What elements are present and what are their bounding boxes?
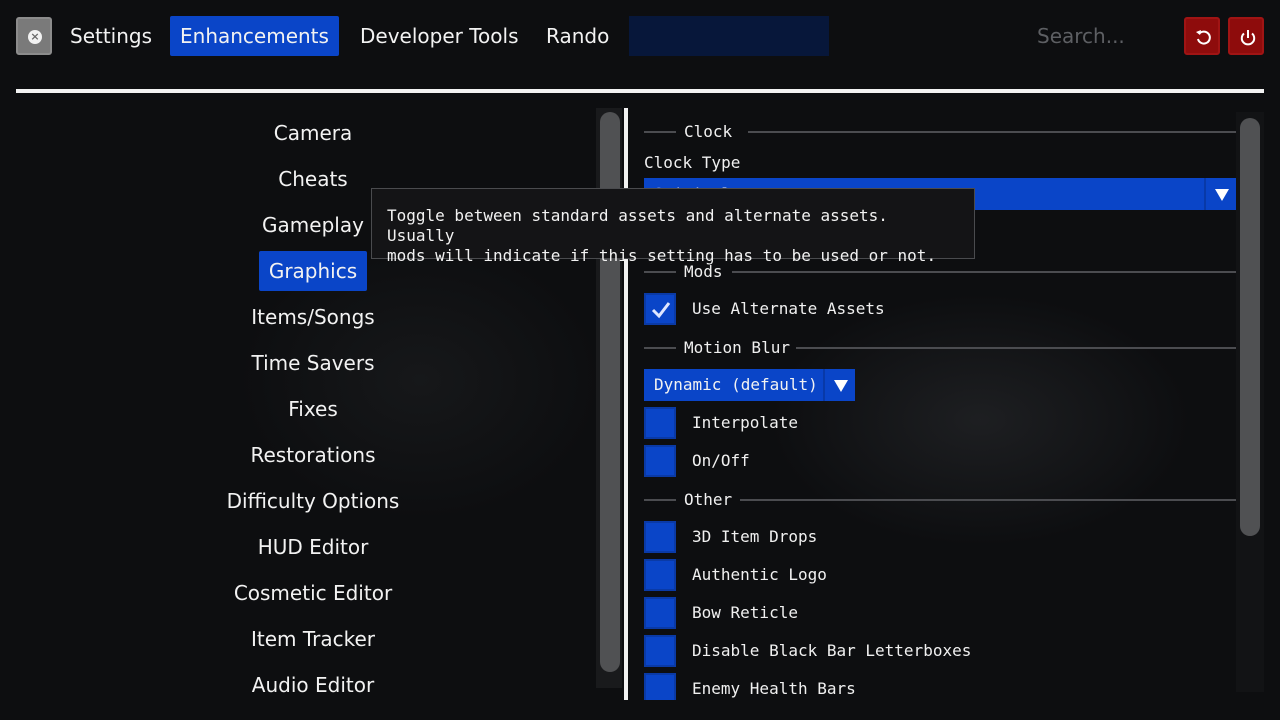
menu-item-label: Audio Editor [251, 673, 375, 697]
menu-item-cheats[interactable]: Cheats [16, 159, 610, 191]
close-circle-icon: × [28, 30, 42, 44]
power-icon [1240, 30, 1256, 46]
menu-item-fixes[interactable]: Fixes [16, 389, 610, 421]
menu-item-camera[interactable]: Camera [16, 113, 610, 145]
menu-item-cosmetic-editor[interactable]: Cosmetic Editor [16, 573, 610, 605]
tab-enhancements[interactable]: Enhancements [170, 16, 339, 56]
header-divider [16, 89, 1264, 93]
section-header-other: Other [644, 489, 1236, 509]
menu-item-label: HUD Editor [257, 535, 369, 559]
menu-item-item-tracker[interactable]: Item Tracker [16, 619, 610, 651]
close-button[interactable]: × [16, 17, 52, 55]
section-title: Motion Blur [684, 338, 790, 357]
menu-item-label: Difficulty Options [226, 489, 400, 513]
menu-item-label: Items/Songs [251, 305, 375, 329]
tab-developer-tools[interactable]: Developer Tools [350, 16, 529, 56]
top-menu-bar: × Settings Enhancements Developer Tools … [0, 0, 1280, 76]
checkbox[interactable] [644, 407, 676, 439]
checkbox-label: Disable Black Bar Letterboxes [692, 641, 972, 660]
menu-item-label: Restorations [250, 443, 376, 467]
section-title: Clock [684, 122, 733, 141]
menu-item-label: Camera [273, 121, 353, 145]
section-header-clock: Clock [644, 121, 1236, 141]
checkbox[interactable] [644, 635, 676, 667]
menu-item-label: Item Tracker [250, 627, 376, 651]
checkbox-label: On/Off [692, 451, 750, 470]
motion-blur-value: Dynamic (default) [654, 375, 818, 394]
section-header-motion-blur: Motion Blur [644, 337, 1236, 357]
menu-item-label: Cheats [278, 167, 348, 191]
checkbox[interactable] [644, 521, 676, 553]
checkbox[interactable] [644, 597, 676, 629]
checkbox-label: Use Alternate Assets [692, 299, 885, 318]
menu-item-label: Graphics [258, 251, 368, 291]
power-button[interactable] [1228, 17, 1264, 55]
reset-button[interactable] [1184, 17, 1220, 55]
menu-item-hud-editor[interactable]: HUD Editor [16, 527, 610, 559]
checkbox-label: 3D Item Drops [692, 527, 818, 546]
clock-type-label: Clock Type [644, 153, 741, 172]
dropdown-arrow-icon [1204, 178, 1236, 210]
menu-item-items-songs[interactable]: Items/Songs [16, 297, 610, 329]
search-input[interactable]: Search... [1025, 16, 1175, 56]
checkbox-label: Authentic Logo [692, 565, 827, 584]
menu-item-time-savers[interactable]: Time Savers [16, 343, 610, 375]
motion-blur-select[interactable]: Dynamic (default) [644, 369, 855, 401]
menu-item-difficulty-options[interactable]: Difficulty Options [16, 481, 610, 513]
dropdown-arrow-icon [823, 369, 855, 401]
menu-item-restorations[interactable]: Restorations [16, 435, 610, 467]
tab-rando[interactable]: Rando [536, 16, 619, 56]
checkmark-icon [651, 302, 671, 319]
tab-settings[interactable]: Settings [60, 16, 162, 56]
menu-item-label: Cosmetic Editor [233, 581, 393, 605]
reset-icon [1196, 30, 1211, 45]
checkbox-label: Bow Reticle [692, 603, 798, 622]
checkbox-label: Enemy Health Bars [692, 679, 856, 698]
checkbox[interactable] [644, 445, 676, 477]
menu-item-label: Fixes [288, 397, 338, 421]
menu-item-label: Gameplay [262, 213, 364, 237]
checkbox[interactable] [644, 559, 676, 591]
checkbox-label: Interpolate [692, 413, 798, 432]
checkbox[interactable] [644, 673, 676, 700]
right-scrollbar-thumb[interactable] [1240, 118, 1260, 536]
menu-item-label: Time Savers [251, 351, 375, 375]
checkbox[interactable] [644, 293, 676, 325]
menu-item-audio-editor[interactable]: Audio Editor [16, 665, 610, 697]
section-title: Other [684, 490, 733, 509]
tooltip: Toggle between standard assets and alter… [371, 188, 975, 265]
empty-tab-slot[interactable] [629, 16, 829, 56]
